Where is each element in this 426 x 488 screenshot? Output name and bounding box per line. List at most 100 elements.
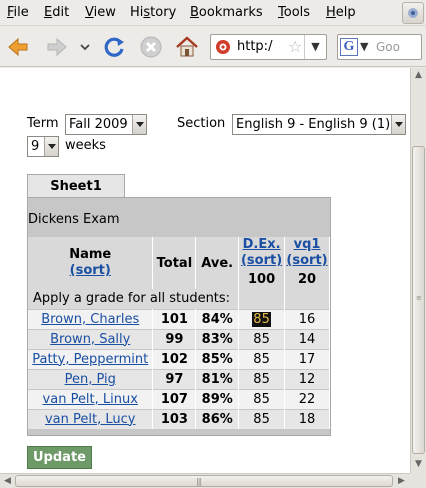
scroll-down-icon[interactable]: ▼: [411, 457, 426, 472]
student-name-link[interactable]: Patty, Peppermint: [32, 352, 148, 367]
name-header: Name (sort): [28, 237, 154, 289]
apply-vq1-cell[interactable]: [284, 289, 330, 309]
sort-by-name-link[interactable]: (sort): [28, 263, 152, 279]
dex-grade-cell[interactable]: 85: [238, 328, 286, 349]
back-arrow-icon[interactable]: [5, 34, 31, 60]
dex-grade-cell[interactable]: 85: [238, 368, 286, 389]
term-select-arrow-icon[interactable]: [132, 115, 146, 134]
vq1-grade-cell[interactable]: 18: [284, 408, 330, 429]
dex-grade-cell[interactable]: 85: [238, 388, 286, 409]
section-select-arrow-icon[interactable]: [391, 115, 405, 134]
dex-grade-cell[interactable]: 85: [238, 308, 286, 329]
horizontal-scroll-thumb[interactable]: |||: [15, 475, 393, 487]
total-cell: 97: [152, 368, 197, 389]
table-row: van Pelt, Lucy 103 86% 85 18: [28, 408, 330, 429]
dex-grade-cell[interactable]: 85: [238, 408, 286, 429]
activity-throbber-icon: [402, 2, 424, 24]
home-icon[interactable]: [174, 34, 200, 60]
menu-history[interactable]: History: [130, 5, 176, 20]
student-name-link[interactable]: Pen, Pig: [65, 372, 116, 387]
vq1-column-link[interactable]: vq1: [285, 237, 329, 253]
weeks-select-arrow-icon[interactable]: [44, 137, 58, 156]
vq1-grade-cell[interactable]: 22: [284, 388, 330, 409]
sort-by-vq1-link[interactable]: (sort): [285, 253, 329, 269]
student-name-link[interactable]: van Pelt, Lucy: [45, 412, 135, 427]
menu-bar: File Edit View History Bookmarks Tools H…: [0, 0, 426, 26]
bookmark-star-icon[interactable]: ☆: [288, 37, 302, 56]
assignment-title: Dickens Exam: [28, 212, 120, 227]
average-cell: 81%: [195, 368, 240, 389]
menu-help-label: elp: [335, 5, 356, 20]
section-select-value: English 9 - English 9 (1): [236, 117, 391, 132]
vq1-header: vq1 (sort): [284, 237, 330, 269]
site-favicon: [215, 39, 231, 55]
apply-dex-cell[interactable]: [238, 289, 286, 309]
total-cell: 99: [152, 328, 197, 349]
dex-header: D.Ex. (sort): [238, 237, 286, 269]
history-dropdown-icon[interactable]: [76, 34, 94, 60]
vq1-grade-cell[interactable]: 17: [284, 348, 330, 369]
search-engine-dropdown-icon[interactable]: ▼: [360, 40, 368, 53]
menu-help-accel: H: [326, 5, 336, 20]
menu-file[interactable]: File: [7, 5, 29, 20]
selected-grade[interactable]: 85: [252, 311, 271, 327]
vq1-grade-cell[interactable]: 12: [284, 368, 330, 389]
section-label: Section: [177, 116, 226, 131]
term-label: Term: [27, 116, 59, 131]
search-placeholder[interactable]: Goo: [376, 40, 420, 54]
url-bar[interactable]: http:/ ☆ ▼: [210, 34, 327, 60]
average-header: Ave.: [195, 237, 240, 289]
sort-by-dex-link[interactable]: (sort): [239, 253, 284, 269]
stop-icon[interactable]: [138, 34, 164, 60]
vq1-grade-cell[interactable]: 16: [284, 308, 330, 329]
navigation-toolbar: http:/ ☆ ▼ G ▼ Goo: [0, 27, 426, 67]
menu-view[interactable]: View: [85, 5, 116, 20]
section-select[interactable]: English 9 - English 9 (1): [232, 114, 406, 135]
menu-edit[interactable]: Edit: [44, 5, 69, 20]
term-select[interactable]: Fall 2009: [65, 114, 147, 135]
url-dropdown-icon[interactable]: ▼: [304, 35, 326, 59]
scroll-left-icon[interactable]: ◀: [0, 474, 15, 488]
forward-arrow-icon[interactable]: [44, 34, 70, 60]
menu-tools[interactable]: Tools: [278, 5, 310, 20]
table-row: van Pelt, Linux 107 89% 85 22: [28, 388, 330, 409]
student-name-link[interactable]: Brown, Sally: [50, 332, 130, 347]
apply-grade-label: Apply a grade for all students:: [28, 289, 240, 309]
table-row: Patty, Peppermint 102 85% 85 17: [28, 348, 330, 369]
scroll-right-icon[interactable]: ▶: [394, 474, 409, 488]
weeks-select[interactable]: 9: [27, 136, 59, 157]
vertical-scroll-thumb[interactable]: ≡: [412, 146, 425, 454]
search-engine-icon[interactable]: G: [340, 38, 358, 56]
student-name-link[interactable]: Brown, Charles: [41, 312, 139, 327]
search-bar[interactable]: G ▼ Goo: [337, 34, 422, 60]
total-cell: 103: [152, 408, 197, 429]
vertical-scrollbar[interactable]: ▲ ≡ ▼: [410, 68, 426, 473]
dex-points-possible: 100: [238, 269, 286, 289]
table-row: Brown, Sally 99 83% 85 14: [28, 328, 330, 349]
scroll-up-icon[interactable]: ▲: [411, 68, 426, 83]
horizontal-scrollbar[interactable]: ◀ ||| ▶: [0, 473, 410, 488]
reload-icon[interactable]: [102, 34, 128, 60]
dex-grade-cell[interactable]: 85: [238, 348, 286, 369]
student-name-link[interactable]: van Pelt, Linux: [43, 392, 138, 407]
grip-icon: ≡: [416, 294, 422, 302]
table-row: Pen, Pig 97 81% 85 12: [28, 368, 330, 389]
menu-bookmarks-accel: B: [190, 5, 199, 20]
total-cell: 101: [152, 308, 197, 329]
vq1-grade-cell[interactable]: 14: [284, 328, 330, 349]
grade-table: Name (sort) Total Ave. D.Ex. (sort) vq1 …: [28, 237, 330, 429]
average-cell: 86%: [195, 408, 240, 429]
menu-view-label: iew: [93, 5, 116, 20]
url-text[interactable]: http:/: [237, 39, 285, 54]
vq1-points-possible: 20: [284, 269, 330, 289]
dex-column-link[interactable]: D.Ex.: [239, 237, 284, 253]
menu-bookmarks[interactable]: Bookmarks: [190, 5, 263, 20]
menu-edit-label: dit: [52, 5, 70, 20]
scrollbar-corner: [410, 473, 426, 488]
table-row: Brown, Charles 101 84% 85 16: [28, 308, 330, 329]
tab-sheet1[interactable]: Sheet1: [27, 174, 125, 198]
total-cell: 107: [152, 388, 197, 409]
average-cell: 84%: [195, 308, 240, 329]
menu-help[interactable]: Help: [326, 5, 356, 20]
update-button[interactable]: Update: [27, 446, 92, 469]
